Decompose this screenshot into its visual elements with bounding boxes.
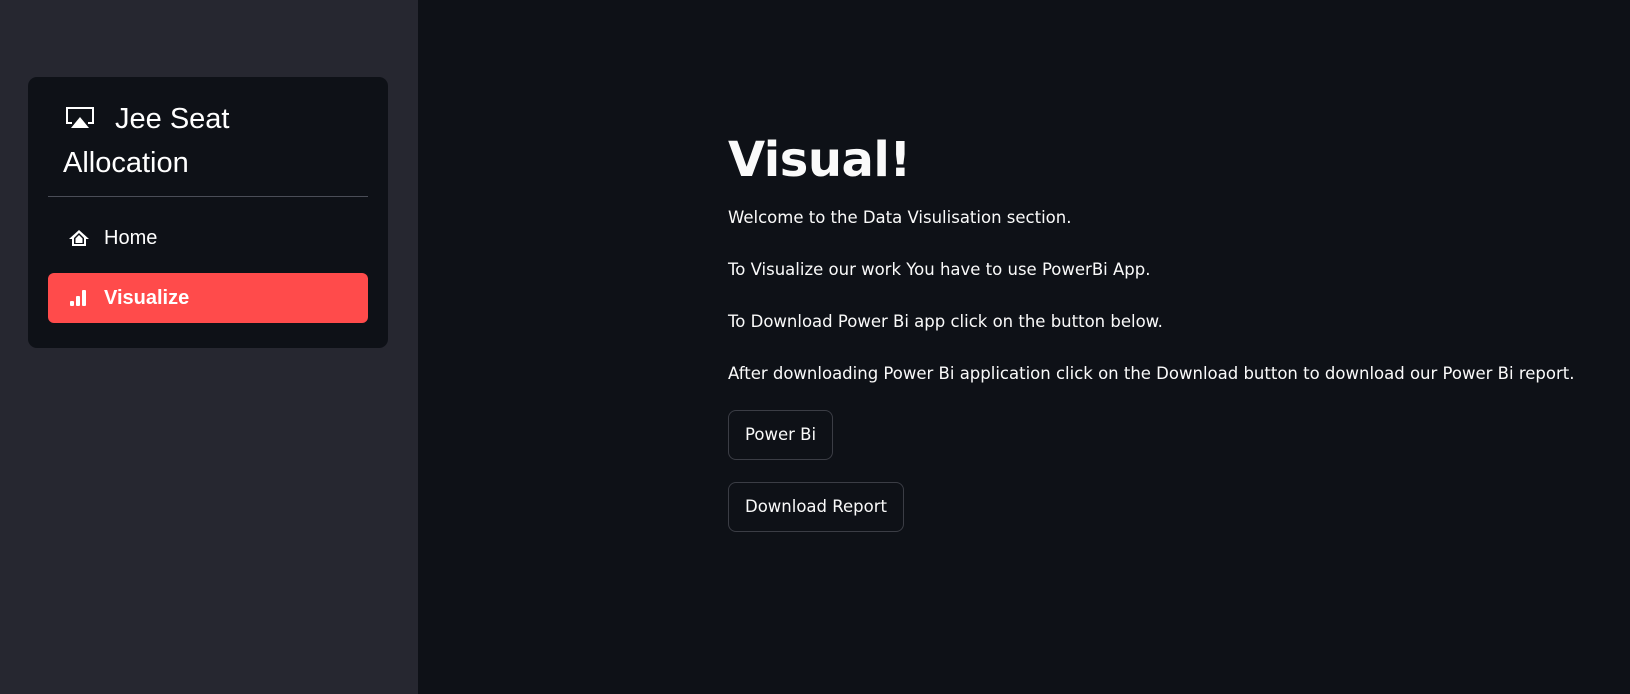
menu-title-line1: Jee Seat [115,103,230,135]
sidebar: Jee Seat Allocation Home Visualize [0,0,418,694]
powerbi-button[interactable]: Power Bi [728,410,834,460]
paragraph-after-download: After downloading Power Bi application c… [728,364,1575,383]
content-block: Visual! Welcome to the Data Visulisation… [728,120,1618,552]
menu-title-line2: Allocation [63,147,189,179]
menu-title: Jee Seat Allocation [63,97,363,185]
menu-item-visualize[interactable]: Visualize [48,273,368,323]
bar-chart-icon [70,290,86,306]
download-report-button[interactable]: Download Report [728,482,904,532]
paragraph-download: To Download Power Bi app click on the bu… [728,312,1163,331]
paragraph-visualize: To Visualize our work You have to use Po… [728,260,1151,279]
paragraph-welcome: Welcome to the Data Visulisation section… [728,208,1072,227]
main-content: Visual! Welcome to the Data Visulisation… [418,0,1630,694]
menu-item-label: Visualize [104,286,190,309]
download-button-row: Download Report [728,482,1618,552]
powerbi-button-row: Power Bi [728,410,1618,480]
menu-item-label: Home [104,226,158,249]
cast-icon [66,107,94,128]
menu-divider [48,196,368,197]
menu-item-home[interactable]: Home [48,213,368,263]
page-title: Visual! [728,132,911,188]
option-menu: Jee Seat Allocation Home Visualize [28,77,388,348]
home-icon [69,230,89,246]
